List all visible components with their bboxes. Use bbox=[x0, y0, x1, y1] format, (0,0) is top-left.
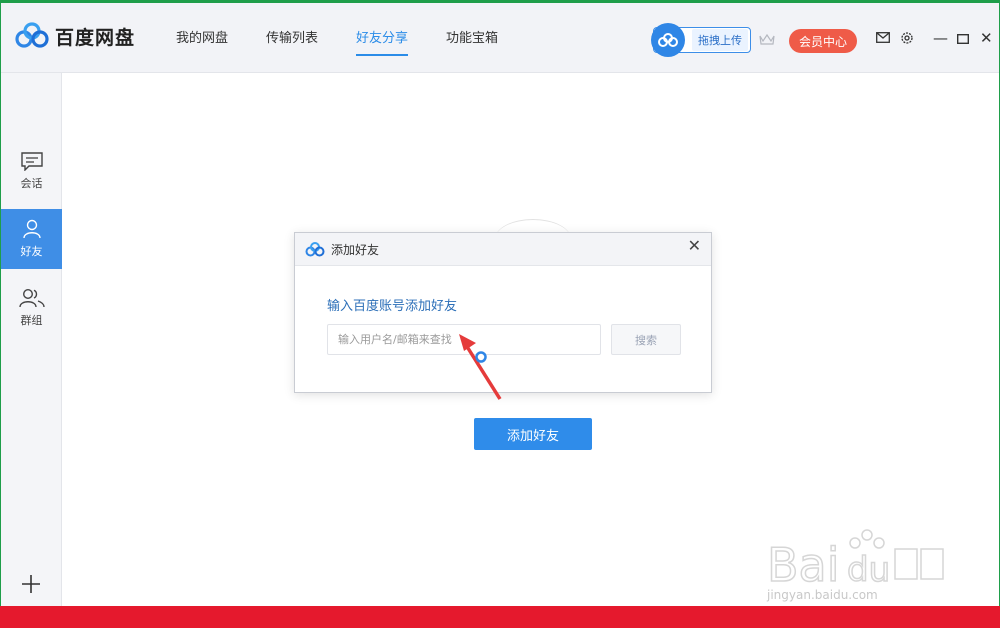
mail-icon[interactable] bbox=[876, 32, 890, 43]
vip-center-button[interactable]: 会员中心 bbox=[789, 29, 857, 53]
add-friend-button[interactable]: 添加好友 bbox=[474, 418, 592, 450]
plus-icon[interactable] bbox=[20, 573, 42, 595]
sidebar-item-label: 会话 bbox=[20, 176, 43, 190]
annotation-arrow-icon bbox=[459, 334, 502, 400]
drag-upload-label: 拖拽上传 bbox=[692, 29, 748, 51]
bottom-red-bar bbox=[0, 606, 1000, 628]
tab-friend-share[interactable]: 好友分享 bbox=[356, 27, 409, 56]
tab-my-disk[interactable]: 我的网盘 bbox=[176, 27, 228, 56]
watermark-url: jingyan.baidu.com bbox=[767, 588, 878, 602]
main-nav: 我的网盘 传输列表 好友分享 功能宝箱 bbox=[176, 27, 536, 56]
svg-text:Bai: Bai bbox=[767, 538, 840, 587]
close-icon[interactable]: ✕ bbox=[688, 238, 701, 254]
user-icon bbox=[22, 219, 41, 239]
app-name: 百度网盘 bbox=[55, 26, 136, 49]
minimize-button[interactable]: — bbox=[933, 29, 948, 47]
dialog-header: 添加好友 ✕ bbox=[295, 233, 711, 266]
search-button[interactable]: 搜索 bbox=[611, 324, 681, 355]
cloud-upload-icon bbox=[651, 23, 685, 57]
baidu-cloud-logo-icon bbox=[15, 22, 49, 48]
tab-toolbox[interactable]: 功能宝箱 bbox=[446, 27, 498, 56]
baidu-cloud-logo-icon bbox=[305, 241, 325, 256]
baidu-jingyan-watermark-icon: Bai du bbox=[767, 529, 944, 587]
maximize-button[interactable] bbox=[957, 34, 969, 44]
sidebar-item-friends[interactable]: 好友 bbox=[1, 209, 62, 269]
tab-transfer-list[interactable]: 传输列表 bbox=[266, 27, 318, 56]
sidebar-item-label: 群组 bbox=[20, 314, 43, 327]
sidebar-item-groups[interactable]: 群组 bbox=[1, 278, 62, 338]
group-icon bbox=[18, 288, 45, 308]
sidebar-item-chat[interactable]: 会话 bbox=[1, 141, 62, 201]
chat-icon bbox=[20, 151, 43, 171]
svg-text:du: du bbox=[847, 550, 890, 587]
sidebar-item-label: 好友 bbox=[20, 245, 43, 258]
dialog-label: 输入百度账号添加好友 bbox=[327, 299, 458, 314]
dialog-title: 添加好友 bbox=[331, 242, 380, 257]
sidebar: 会话 好友 群组 bbox=[1, 73, 62, 609]
title-bar: 百度网盘 我的网盘 传输列表 好友分享 功能宝箱 拖拽上传 会员中心 — ✕ bbox=[1, 3, 999, 73]
app-logo: 百度网盘 bbox=[15, 22, 135, 50]
drag-upload-button[interactable]: 拖拽上传 bbox=[651, 23, 751, 57]
app-window: 百度网盘 我的网盘 传输列表 好友分享 功能宝箱 拖拽上传 会员中心 — ✕ 会… bbox=[0, 0, 1000, 609]
crown-icon[interactable] bbox=[759, 33, 775, 46]
close-window-button[interactable]: ✕ bbox=[980, 29, 993, 47]
settings-gear-icon[interactable] bbox=[900, 31, 914, 45]
